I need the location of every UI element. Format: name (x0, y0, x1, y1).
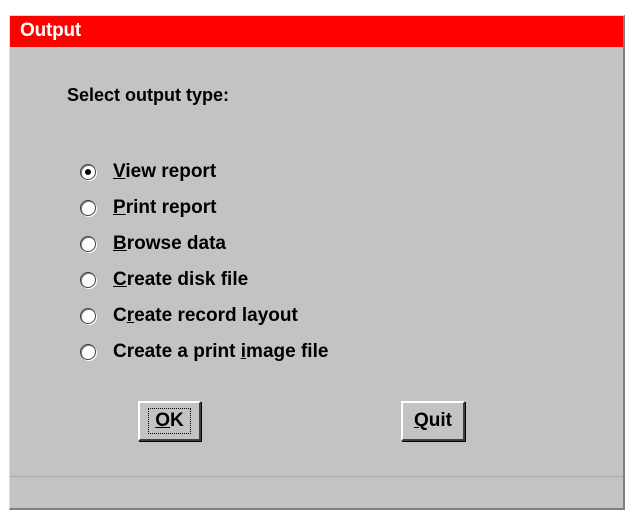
divider (10, 476, 623, 477)
radio-button[interactable] (80, 200, 96, 216)
quit-button[interactable]: Quit (401, 401, 465, 441)
ok-button-label: OK (148, 408, 191, 434)
ok-button[interactable]: OK (138, 401, 201, 441)
radio-button[interactable] (80, 236, 96, 252)
radio-button[interactable] (80, 308, 96, 324)
radio-button[interactable] (80, 164, 96, 180)
option-label: Create record layout (113, 305, 298, 326)
option-label: View report (113, 161, 217, 182)
quit-button-label: Quit (414, 410, 452, 431)
prompt-label: Select output type: (67, 85, 230, 105)
title-bar[interactable]: Output (10, 16, 623, 47)
option-label: Create a print image file (113, 341, 329, 362)
option-view-report[interactable]: View report (80, 157, 216, 187)
option-create-disk-file[interactable]: Create disk file (80, 265, 248, 295)
radio-dot-icon (85, 169, 91, 175)
option-label: Print report (113, 197, 217, 218)
option-label: Browse data (113, 233, 226, 254)
radio-button[interactable] (80, 272, 96, 288)
output-dialog: Output Select output type: View report P… (9, 15, 625, 510)
option-label: Create disk file (113, 269, 249, 290)
option-browse-data[interactable]: Browse data (80, 229, 226, 259)
option-print-report[interactable]: Print report (80, 193, 216, 223)
window-title: Output (20, 20, 82, 41)
radio-button[interactable] (80, 344, 96, 360)
option-create-print-image-file[interactable]: Create a print image file (80, 337, 328, 367)
option-create-record-layout[interactable]: Create record layout (80, 301, 298, 331)
